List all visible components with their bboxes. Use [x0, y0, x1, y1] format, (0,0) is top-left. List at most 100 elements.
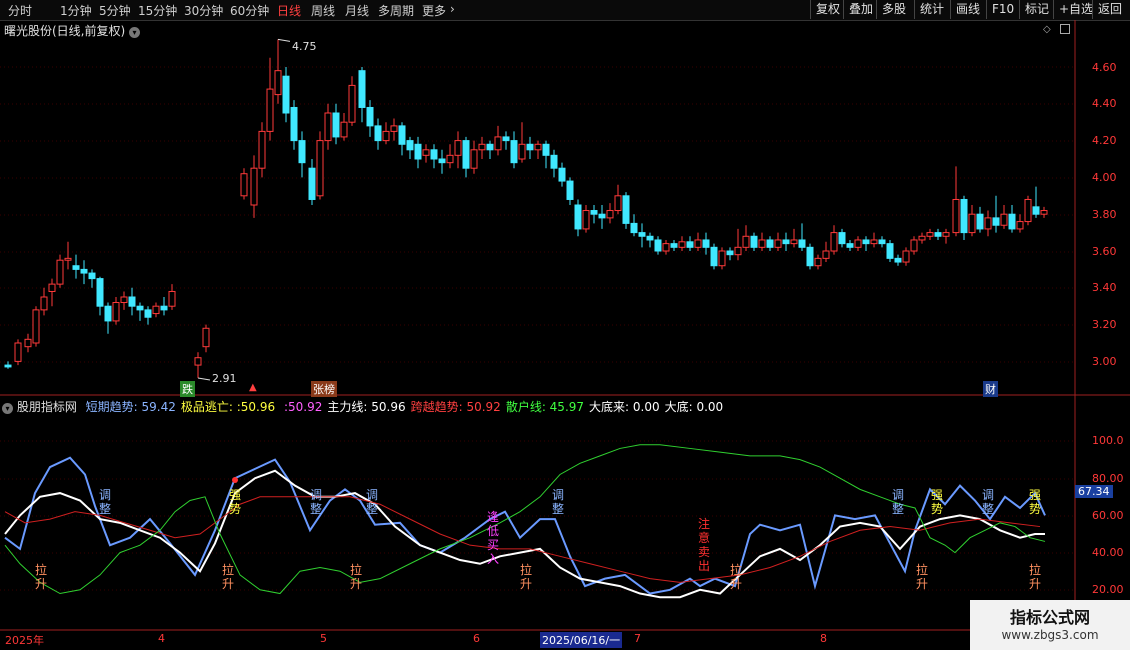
candle-body [678, 241, 686, 248]
candle-body [934, 232, 942, 237]
candle-body [750, 235, 758, 248]
candle-body [846, 243, 854, 248]
candle-body [332, 112, 340, 138]
candle-body [766, 239, 774, 248]
candle-body [438, 158, 446, 164]
signal-qiangshi: 强势 [1028, 488, 1041, 516]
candle-body [358, 70, 366, 108]
candle-body [1024, 198, 1032, 223]
candle-body [470, 149, 478, 169]
candle-body [14, 342, 22, 362]
candle-body [638, 232, 646, 237]
candle-body [144, 309, 152, 318]
indicator-tick: 60.00 [1092, 509, 1124, 522]
candle-body [390, 125, 398, 132]
candle-body [886, 243, 894, 259]
price-tick: 3.20 [1092, 318, 1117, 331]
candle-body [160, 305, 168, 311]
candle-body [56, 259, 64, 285]
watermark: 指标公式网 www.zbgs3.com [970, 600, 1130, 650]
candle-body [790, 239, 798, 245]
candle-body [718, 250, 726, 267]
signal-tiaozheng: 调整 [551, 488, 564, 516]
candle-body [136, 305, 144, 311]
candle-body [822, 250, 830, 259]
price-tick: 4.00 [1092, 171, 1117, 184]
price-tick: 3.40 [1092, 281, 1117, 294]
x-axis-label: 2025年 [5, 634, 44, 647]
indicator-field: 主力线: 50.96 [327, 400, 406, 414]
indicator-field: 短期趋势: 59.42 [85, 400, 176, 414]
candle-body [454, 140, 462, 156]
x-axis-label: 5 [320, 632, 327, 645]
candle-body [694, 239, 702, 248]
watermark-url: www.zbgs3.com [1001, 628, 1099, 642]
candle-body [798, 239, 806, 248]
candle-body [1032, 206, 1040, 215]
price-tick: 3.00 [1092, 355, 1117, 368]
signal-lasheng: 拉升 [729, 563, 742, 591]
candle-body [806, 246, 814, 267]
candle-body [830, 232, 838, 252]
candle-body [240, 173, 248, 197]
candle-body [494, 136, 502, 151]
candle-body [590, 210, 598, 215]
candle-body [1008, 213, 1016, 230]
candle-body [518, 143, 526, 160]
candle-body [526, 143, 534, 151]
signal-tiaozheng: 调整 [98, 488, 111, 516]
candle-body [960, 198, 968, 234]
candle-body [406, 140, 414, 151]
candle-body [646, 235, 654, 241]
signal-tiaozheng: 调整 [981, 488, 994, 516]
x-axis-label: 7 [634, 632, 641, 645]
chevron-down-icon[interactable]: ▾ [2, 403, 13, 414]
candle-body [894, 257, 902, 263]
indicator-field: 大底: 0.00 [664, 400, 724, 414]
candle-body [282, 75, 290, 114]
candle-body [838, 232, 846, 245]
candle-body [542, 143, 550, 156]
low-marker [197, 377, 211, 381]
indicator-field: 跨越趋势: 50.92 [410, 400, 501, 414]
indicator-tick: 40.00 [1092, 546, 1124, 559]
candle-body [104, 305, 112, 322]
candle-body [702, 239, 710, 248]
kline-chart[interactable] [0, 0, 1130, 650]
watermark-title: 指标公式网 [1009, 608, 1090, 627]
candle-body [250, 167, 258, 206]
candle-body [316, 140, 324, 197]
price-tick: 4.60 [1092, 61, 1117, 74]
high-price-label: 4.75 [292, 40, 317, 53]
candle-body [758, 239, 766, 248]
candle-body [64, 257, 72, 261]
indicator-tick: 100.0 [1092, 434, 1124, 447]
candle-body [574, 204, 582, 230]
price-tick: 4.20 [1092, 134, 1117, 147]
candle-body [202, 327, 210, 348]
candle-body [298, 140, 306, 164]
candle-body [854, 239, 862, 248]
candle-body [422, 149, 430, 156]
candle-body [992, 217, 1000, 226]
candle-body [40, 296, 48, 311]
candle-body [414, 143, 422, 160]
indicator-name: 股朋指标网 [16, 400, 77, 414]
indicator-field: 散户线: 45.97 [505, 400, 585, 414]
candle-body [510, 140, 518, 164]
candle-body [910, 239, 918, 252]
candle-body [566, 180, 574, 200]
candle-body [662, 243, 670, 252]
candle-body [382, 130, 390, 142]
candle-body [614, 195, 622, 212]
candle-body [430, 149, 438, 160]
candle-body [374, 125, 382, 142]
candle-body [4, 364, 12, 368]
candle-body [96, 278, 104, 307]
candle-body [80, 268, 88, 274]
candle-body [942, 232, 950, 237]
candle-body [918, 235, 926, 241]
candle-body [814, 257, 822, 267]
candle-body [348, 84, 356, 123]
candle-body [686, 241, 694, 248]
